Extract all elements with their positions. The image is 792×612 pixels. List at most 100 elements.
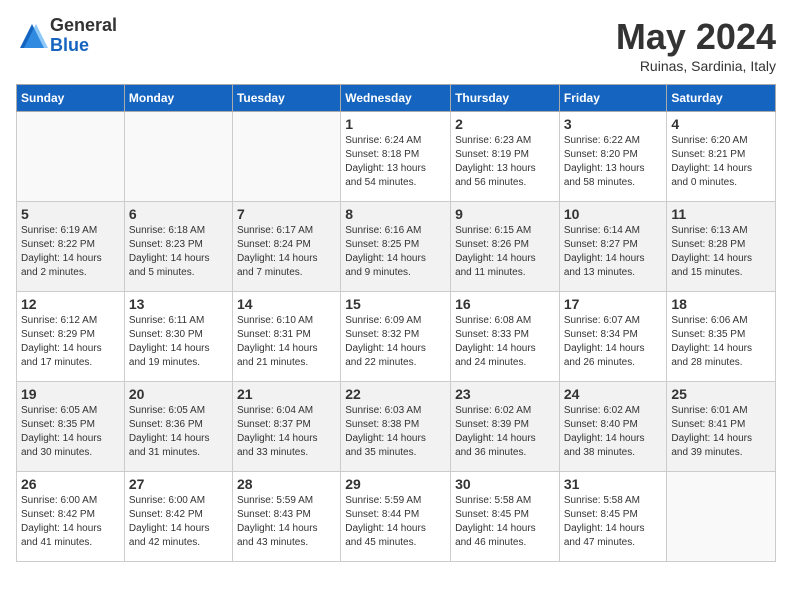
day-info: Sunset: 8:42 PM <box>129 508 228 522</box>
day-info: Sunset: 8:38 PM <box>345 418 446 432</box>
day-info: Daylight: 14 hours <box>21 252 120 266</box>
table-row: 11Sunrise: 6:13 AMSunset: 8:28 PMDayligh… <box>667 202 776 292</box>
col-thursday: Thursday <box>451 85 560 112</box>
day-info: Sunset: 8:35 PM <box>671 328 771 342</box>
day-info: and 35 minutes. <box>345 446 446 460</box>
day-info: Sunrise: 6:02 AM <box>455 404 555 418</box>
day-number: 21 <box>237 386 336 402</box>
day-info: Daylight: 14 hours <box>129 432 228 446</box>
day-info: Daylight: 14 hours <box>564 432 663 446</box>
day-info: and 45 minutes. <box>345 536 446 550</box>
day-number: 2 <box>455 116 555 132</box>
day-info: Sunset: 8:45 PM <box>564 508 663 522</box>
table-row: 28Sunrise: 5:59 AMSunset: 8:43 PMDayligh… <box>232 472 340 562</box>
day-info: Daylight: 14 hours <box>455 342 555 356</box>
day-info: Daylight: 14 hours <box>345 522 446 536</box>
calendar-week-row: 19Sunrise: 6:05 AMSunset: 8:35 PMDayligh… <box>17 382 776 472</box>
day-info: and 28 minutes. <box>671 356 771 370</box>
day-info: Sunrise: 6:11 AM <box>129 314 228 328</box>
day-info: Sunset: 8:22 PM <box>21 238 120 252</box>
day-info: Sunset: 8:18 PM <box>345 148 446 162</box>
day-info: Sunrise: 6:03 AM <box>345 404 446 418</box>
day-info: Sunrise: 6:09 AM <box>345 314 446 328</box>
table-row: 13Sunrise: 6:11 AMSunset: 8:30 PMDayligh… <box>124 292 232 382</box>
table-row <box>124 112 232 202</box>
day-info: Sunset: 8:34 PM <box>564 328 663 342</box>
day-number: 1 <box>345 116 446 132</box>
day-info: Sunrise: 5:59 AM <box>345 494 446 508</box>
day-info: Sunset: 8:23 PM <box>129 238 228 252</box>
location: Ruinas, Sardinia, Italy <box>616 58 776 74</box>
day-info: Sunrise: 6:19 AM <box>21 224 120 238</box>
day-info: Daylight: 14 hours <box>237 252 336 266</box>
day-info: Daylight: 14 hours <box>129 252 228 266</box>
table-row: 6Sunrise: 6:18 AMSunset: 8:23 PMDaylight… <box>124 202 232 292</box>
day-info: Daylight: 14 hours <box>671 342 771 356</box>
day-info: and 38 minutes. <box>564 446 663 460</box>
day-info: Sunset: 8:21 PM <box>671 148 771 162</box>
table-row: 4 Sunrise: 6:20 AMSunset: 8:21 PMDaylight… <box>667 112 776 202</box>
day-number: 13 <box>129 296 228 312</box>
col-sunday: Sunday <box>17 85 125 112</box>
day-number: 20 <box>129 386 228 402</box>
day-info: Sunrise: 6:12 AM <box>21 314 120 328</box>
day-info: Sunset: 8:42 PM <box>21 508 120 522</box>
day-info: Sunrise: 6:04 AM <box>237 404 336 418</box>
day-info: Sunrise: 6:13 AM <box>671 224 771 238</box>
table-row: 8Sunrise: 6:16 AMSunset: 8:25 PMDaylight… <box>341 202 451 292</box>
day-info: and 21 minutes. <box>237 356 336 370</box>
day-info: Sunrise: 6:15 AM <box>455 224 555 238</box>
day-info: Sunrise: 5:58 AM <box>564 494 663 508</box>
day-number: 18 <box>671 296 771 312</box>
day-info: Sunset: 8:36 PM <box>129 418 228 432</box>
day-number: 28 <box>237 476 336 492</box>
day-info: Daylight: 14 hours <box>671 162 771 176</box>
calendar: Sunday Monday Tuesday Wednesday Thursday… <box>16 84 776 562</box>
day-info: Sunrise: 6:24 AM <box>345 134 446 148</box>
day-info: Daylight: 14 hours <box>671 432 771 446</box>
day-info: Daylight: 14 hours <box>237 432 336 446</box>
day-info: Sunset: 8:43 PM <box>237 508 336 522</box>
logo-icon <box>16 20 48 52</box>
day-info: Daylight: 14 hours <box>455 252 555 266</box>
day-info: Sunrise: 6:08 AM <box>455 314 555 328</box>
day-info: Sunset: 8:26 PM <box>455 238 555 252</box>
day-info: and 17 minutes. <box>21 356 120 370</box>
day-info: Sunrise: 5:59 AM <box>237 494 336 508</box>
table-row: 24Sunrise: 6:02 AMSunset: 8:40 PMDayligh… <box>559 382 667 472</box>
day-info: and 42 minutes. <box>129 536 228 550</box>
table-row: 20Sunrise: 6:05 AMSunset: 8:36 PMDayligh… <box>124 382 232 472</box>
day-number: 9 <box>455 206 555 222</box>
day-info: Daylight: 14 hours <box>564 342 663 356</box>
day-info: Daylight: 14 hours <box>345 432 446 446</box>
day-number: 27 <box>129 476 228 492</box>
day-info: and 7 minutes. <box>237 266 336 280</box>
day-info: Sunset: 8:35 PM <box>21 418 120 432</box>
table-row: 5Sunrise: 6:19 AMSunset: 8:22 PMDaylight… <box>17 202 125 292</box>
day-info: Daylight: 14 hours <box>345 342 446 356</box>
day-info: Sunset: 8:28 PM <box>671 238 771 252</box>
calendar-week-row: 1 Sunrise: 6:24 AMSunset: 8:18 PM Daylight… <box>17 112 776 202</box>
day-number: 17 <box>564 296 663 312</box>
day-info: and 36 minutes. <box>455 446 555 460</box>
day-info: and 46 minutes. <box>455 536 555 550</box>
day-info: and 19 minutes. <box>129 356 228 370</box>
table-row <box>17 112 125 202</box>
day-number: 8 <box>345 206 446 222</box>
col-monday: Monday <box>124 85 232 112</box>
day-info: Sunrise: 6:18 AM <box>129 224 228 238</box>
day-info: Daylight: 14 hours <box>21 342 120 356</box>
table-row: 3Sunrise: 6:22 AMSunset: 8:20 PMDaylight… <box>559 112 667 202</box>
day-number: 14 <box>237 296 336 312</box>
table-row: 12Sunrise: 6:12 AMSunset: 8:29 PMDayligh… <box>17 292 125 382</box>
day-info: and 15 minutes. <box>671 266 771 280</box>
day-info: and 26 minutes. <box>564 356 663 370</box>
table-row: 19Sunrise: 6:05 AMSunset: 8:35 PMDayligh… <box>17 382 125 472</box>
day-number: 4 <box>671 116 771 132</box>
day-info: Sunrise: 6:22 AM <box>564 134 663 148</box>
day-info: Sunset: 8:20 PM <box>564 148 663 162</box>
day-info: Sunset: 8:27 PM <box>564 238 663 252</box>
day-info: and 9 minutes. <box>345 266 446 280</box>
calendar-week-row: 12Sunrise: 6:12 AMSunset: 8:29 PMDayligh… <box>17 292 776 382</box>
day-info: Sunrise: 6:20 AM <box>671 134 771 148</box>
